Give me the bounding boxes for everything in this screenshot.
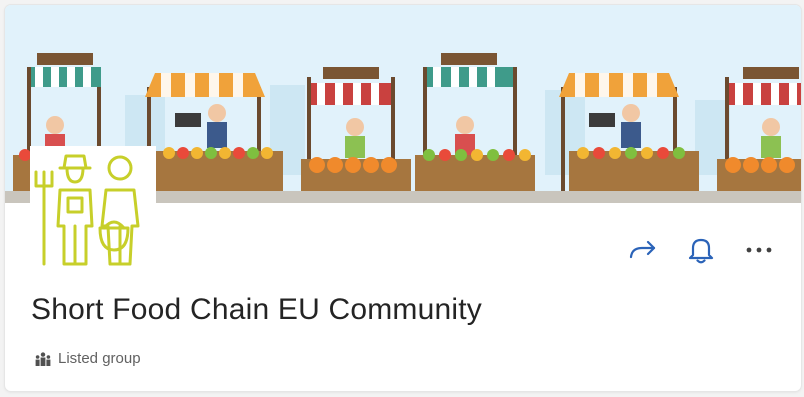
group-visibility: Listed group: [35, 350, 141, 367]
people-group-icon: [35, 351, 51, 366]
more-options-button[interactable]: [743, 234, 775, 266]
visibility-label: Listed group: [58, 350, 141, 367]
share-arrow-icon: [629, 240, 656, 259]
more-horizontal-icon: [746, 247, 772, 253]
bell-icon: [688, 238, 714, 264]
group-avatar: [30, 146, 156, 272]
group-actions: [627, 234, 775, 266]
group-name[interactable]: Short Food Chain EU Community: [31, 293, 482, 327]
follow-button[interactable]: [685, 234, 717, 266]
share-button[interactable]: [627, 234, 659, 266]
group-card[interactable]: Short Food Chain EU Community Listed gro…: [5, 5, 801, 391]
farmers-icon: [34, 154, 140, 266]
